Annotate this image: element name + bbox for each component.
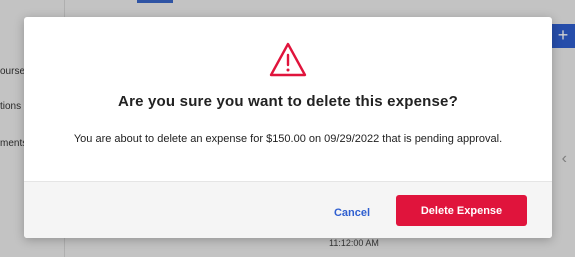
delete-expense-dialog: Are you sure you want to delete this exp… <box>24 17 552 238</box>
cancel-button[interactable]: Cancel <box>324 203 380 223</box>
dialog-footer: Cancel Delete Expense <box>24 181 552 238</box>
dialog-body: Are you sure you want to delete this exp… <box>24 17 552 181</box>
warning-triangle-icon <box>269 42 307 77</box>
delete-expense-button[interactable]: Delete Expense <box>396 195 527 226</box>
dialog-message: You are about to delete an expense for $… <box>73 133 503 145</box>
dialog-title: Are you sure you want to delete this exp… <box>118 93 458 110</box>
